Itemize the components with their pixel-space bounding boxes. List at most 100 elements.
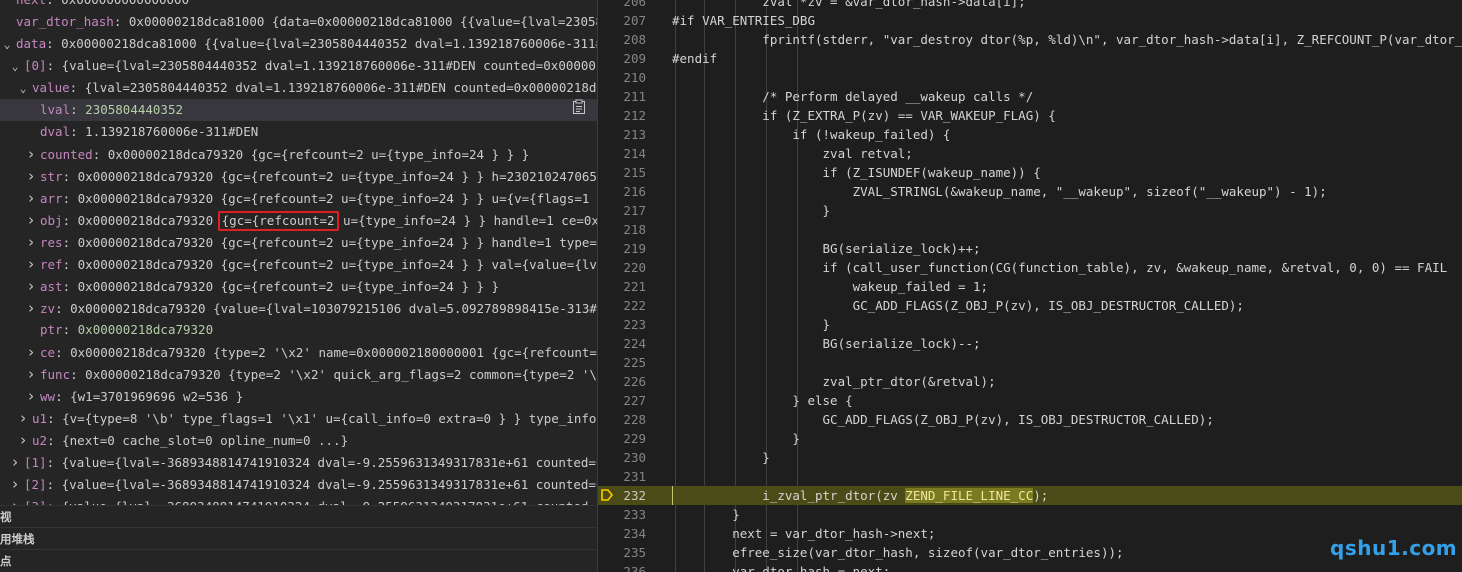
variable-row[interactable]: › func: 0x00000218dca79320 {type=2 '\x2' … (0, 363, 597, 385)
panel-section-header[interactable]: 视 (0, 505, 597, 527)
variable-row[interactable]: › ast: 0x00000218dca79320 {gc={refcount=2… (0, 275, 597, 297)
chevron-right-icon[interactable]: › (10, 451, 20, 473)
line-number[interactable]: 228 (598, 410, 646, 429)
code-line[interactable]: 209 #endif (598, 49, 1462, 68)
line-number[interactable]: 224 (598, 334, 646, 353)
code-line[interactable]: 206 zval *zv = &var_dtor_hash->data[i]; (598, 0, 1462, 11)
line-number[interactable]: 227 (598, 391, 646, 410)
code-line[interactable]: 223 } (598, 315, 1462, 334)
line-number[interactable]: 209 (598, 49, 646, 68)
code-line[interactable]: 215 if (Z_ISUNDEF(wakeup_name)) { (598, 163, 1462, 182)
code-line[interactable]: 227 } else { (598, 391, 1462, 410)
line-number[interactable]: 234 (598, 524, 646, 543)
variable-row[interactable]: › counted: 0x00000218dca79320 {gc={refcou… (0, 143, 597, 165)
line-number[interactable]: 231 (598, 467, 646, 486)
line-number[interactable]: 211 (598, 87, 646, 106)
line-number[interactable]: 215 (598, 163, 646, 182)
line-number[interactable]: 225 (598, 353, 646, 372)
line-number[interactable]: 229 (598, 429, 646, 448)
chevron-right-icon[interactable]: › (26, 253, 36, 275)
variable-row[interactable]: › u2: {next=0 cache_slot=0 opline_num=0 .… (0, 429, 597, 451)
variable-row[interactable]: var_dtor_hash: 0x00000218dca81000 {data=… (0, 11, 597, 33)
line-number[interactable]: 221 (598, 277, 646, 296)
code-line[interactable]: 212 if (Z_EXTRA_P(zv) == VAR_WAKEUP_FLAG… (598, 106, 1462, 125)
line-number[interactable]: 217 (598, 201, 646, 220)
code-line[interactable]: 233 } (598, 505, 1462, 524)
line-number[interactable]: 220 (598, 258, 646, 277)
chevron-right-icon[interactable]: › (26, 143, 36, 165)
variable-row[interactable]: › arr: 0x00000218dca79320 {gc={refcount=2… (0, 187, 597, 209)
chevron-right-icon[interactable]: › (26, 209, 36, 231)
line-number[interactable]: 206 (598, 0, 646, 11)
chevron-right-icon[interactable]: › (18, 429, 28, 451)
line-number[interactable]: 222 (598, 296, 646, 315)
line-number[interactable]: 214 (598, 144, 646, 163)
variable-row[interactable]: ⌄ [0]: {value={lval=2305804440352 dval=1.… (0, 55, 597, 77)
line-number[interactable]: 233 (598, 505, 646, 524)
chevron-right-icon[interactable]: › (26, 297, 36, 319)
line-number[interactable]: 235 (598, 543, 646, 562)
code-line[interactable]: 225 (598, 353, 1462, 372)
code-line[interactable]: 211 /* Perform delayed __wakeup calls */ (598, 87, 1462, 106)
code-line[interactable]: 226 zval_ptr_dtor(&retval); (598, 372, 1462, 391)
variable-row[interactable]: dval: 1.139218760006e-311#DEN (0, 121, 597, 143)
copy-value-icon[interactable] (572, 99, 588, 115)
code-line[interactable]: 214 zval retval; (598, 144, 1462, 163)
line-number[interactable]: 216 (598, 182, 646, 201)
variable-row[interactable]: lval: 2305804440352 (0, 99, 597, 121)
chevron-down-icon[interactable]: ⌄ (10, 56, 20, 77)
variable-row[interactable]: › u1: {v={type=8 '\b' type_flags=1 '\x1' … (0, 407, 597, 429)
code-line[interactable]: 219 BG(serialize_lock)++; (598, 239, 1462, 258)
chevron-down-icon[interactable]: ⌄ (18, 78, 28, 99)
line-number[interactable]: 226 (598, 372, 646, 391)
line-number[interactable]: 218 (598, 220, 646, 239)
line-number[interactable]: 236 (598, 562, 646, 572)
panel-section-header[interactable]: 用堆栈 (0, 527, 597, 549)
code-line[interactable]: 216 ZVAL_STRINGL(&wakeup_name, "__wakeup… (598, 182, 1462, 201)
code-line[interactable]: 207 #if VAR_ENTRIES_DBG (598, 11, 1462, 30)
code-line[interactable]: 236 var_dtor_hash = next; (598, 562, 1462, 572)
code-line[interactable]: 231 (598, 467, 1462, 486)
chevron-right-icon[interactable]: › (26, 187, 36, 209)
chevron-right-icon[interactable]: › (10, 473, 20, 495)
code-line[interactable]: 222 GC_ADD_FLAGS(Z_OBJ_P(zv), IS_OBJ_DES… (598, 296, 1462, 315)
line-number[interactable]: 210 (598, 68, 646, 87)
line-number[interactable]: 230 (598, 448, 646, 467)
variable-row[interactable]: › res: 0x00000218dca79320 {gc={refcount=2… (0, 231, 597, 253)
code-line[interactable]: 229 } (598, 429, 1462, 448)
code-line[interactable]: 232 i_zval_ptr_dtor(zv ZEND_FILE_LINE_CC… (598, 485, 1462, 505)
chevron-right-icon[interactable]: › (26, 341, 36, 363)
variable-row[interactable]: ptr: 0x00000218dca79320 (0, 319, 597, 341)
variable-row[interactable]: ⌄ data: 0x00000218dca81000 {{value={lval=… (0, 33, 597, 55)
line-number[interactable]: 223 (598, 315, 646, 334)
variable-row[interactable]: › ww: {w1=3701969696 w2=536 } (0, 385, 597, 407)
line-number[interactable]: 219 (598, 239, 646, 258)
code-line[interactable]: 228 GC_ADD_FLAGS(Z_OBJ_P(zv), IS_OBJ_DES… (598, 410, 1462, 429)
chevron-right-icon[interactable]: › (26, 363, 36, 385)
variable-row[interactable]: ⌄ value: {lval=2305804440352 dval=1.13921… (0, 77, 597, 99)
code-line[interactable]: 230 } (598, 448, 1462, 467)
chevron-right-icon[interactable]: › (26, 165, 36, 187)
code-line[interactable]: 224 BG(serialize_lock)--; (598, 334, 1462, 353)
variable-row[interactable]: › [1]: {value={lval=-3689348814741910324 … (0, 451, 597, 473)
code-editor[interactable]: 206 zval *zv = &var_dtor_hash->data[i]; 2… (598, 0, 1462, 572)
chevron-down-icon[interactable]: ⌄ (2, 34, 12, 55)
line-number[interactable]: 212 (598, 106, 646, 125)
variable-row[interactable]: › ref: 0x00000218dca79320 {gc={refcount=2… (0, 253, 597, 275)
current-statement-arrow-icon[interactable] (601, 489, 614, 501)
variable-row[interactable]: › obj: 0x00000218dca79320 {gc={refcount=2… (0, 209, 597, 231)
line-number[interactable]: 208 (598, 30, 646, 49)
code-line[interactable]: 210 (598, 68, 1462, 87)
variable-row[interactable]: › [2]: {value={lval=-3689348814741910324 … (0, 473, 597, 495)
line-number[interactable]: 207 (598, 11, 646, 30)
variable-row[interactable]: › zv: 0x00000218dca79320 {value={lval=103… (0, 297, 597, 319)
code-line[interactable]: 221 wakeup_failed = 1; (598, 277, 1462, 296)
panel-section-header[interactable]: 点 (0, 549, 597, 571)
code-line[interactable]: 218 (598, 220, 1462, 239)
chevron-right-icon[interactable]: › (26, 231, 36, 253)
chevron-right-icon[interactable]: › (26, 275, 36, 297)
variable-row[interactable]: next: 0x000000000000000 (0, 0, 597, 11)
code-line[interactable]: 208 fprintf(stderr, "var_destroy dtor(%p… (598, 30, 1462, 49)
code-line[interactable]: 213 if (!wakeup_failed) { (598, 125, 1462, 144)
variable-row[interactable]: › str: 0x00000218dca79320 {gc={refcount=2… (0, 165, 597, 187)
